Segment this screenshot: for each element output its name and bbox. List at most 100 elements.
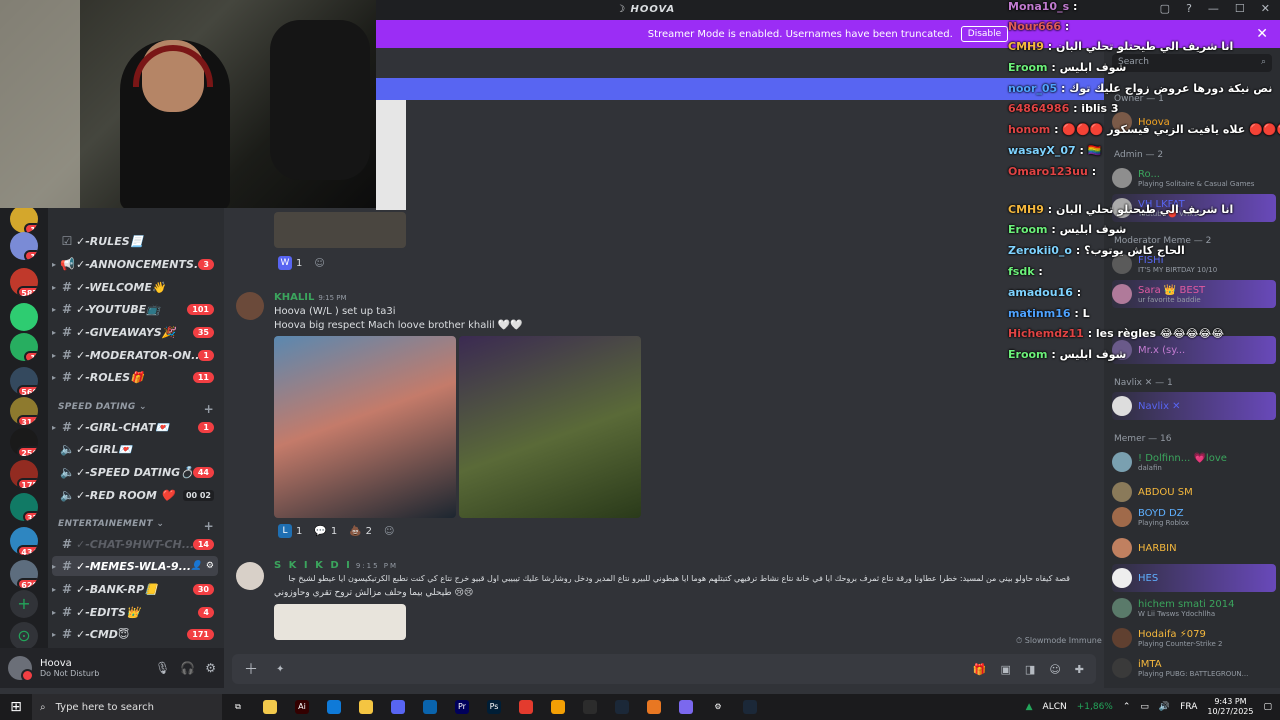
avatar[interactable] <box>236 292 264 320</box>
taskbar-app-icon[interactable]: Ai <box>286 694 318 720</box>
add-reaction-icon[interactable]: ☺ <box>384 526 394 537</box>
channel-item[interactable]: ▸ # ✓-MODERATOR-ON... 1 <box>52 345 218 365</box>
message-author[interactable]: KHALIL 9:15 PM <box>274 292 347 303</box>
channel-item[interactable]: 🔈 ✓-SPEED DATING💍 44 <box>52 462 218 482</box>
create-channel-icon[interactable]: + <box>204 519 214 533</box>
server-icon[interactable]: 33 <box>10 493 38 521</box>
taskbar-app-icon[interactable] <box>414 694 446 720</box>
add-attachment-icon[interactable]: ＋ <box>244 659 258 679</box>
channel-category[interactable]: ENTERTAINEMENT ⌄ + <box>58 519 214 533</box>
search-input[interactable]: Search ⌕ <box>1112 54 1272 72</box>
taskbar-app-icon[interactable]: Ps <box>478 694 510 720</box>
taskbar-app-icon[interactable] <box>510 694 542 720</box>
server-icon[interactable]: 434 <box>10 527 38 555</box>
gift-icon[interactable]: 🎁 <box>973 663 987 676</box>
chevron-up-icon[interactable]: ⌃ <box>1123 702 1131 712</box>
close-icon[interactable]: ✕ <box>1256 26 1268 42</box>
taskbar-app-icon[interactable] <box>734 694 766 720</box>
add-user-icon[interactable]: 👤 <box>191 561 202 571</box>
microphone-icon[interactable]: 🎙 <box>155 661 170 675</box>
language-indicator[interactable]: FRA <box>1180 702 1197 712</box>
windows-start-icon[interactable]: ⊞ <box>0 699 32 715</box>
reaction-emoji[interactable]: W <box>278 256 292 270</box>
channel-item[interactable]: ▸ # ✓-EDITS👑 4 <box>52 602 218 622</box>
taskbar-app-icon[interactable] <box>254 694 286 720</box>
channel-item[interactable]: ▸ # ✓-WELCOME👋 <box>52 277 218 297</box>
channel-item[interactable]: ▸ # ✓-MEMES-WLA-9... 👤 ⚙ <box>52 556 218 576</box>
volume-icon[interactable]: 🔊 <box>1159 702 1170 712</box>
gear-icon[interactable]: ⚙ <box>206 561 214 571</box>
add-server-button[interactable]: + <box>10 590 38 618</box>
explore-servers-button[interactable]: ⊙ <box>10 622 38 650</box>
member-item[interactable]: Sara 👑 BEST ur favorite baddie <box>1112 280 1276 308</box>
avatar[interactable] <box>8 656 34 682</box>
channel-item[interactable]: # ✓-CHAT-9HWT-CH... 14 <box>52 534 218 554</box>
member-item[interactable]: Navlix ✕ <box>1112 392 1276 420</box>
server-icon[interactable]: 175 <box>10 460 38 488</box>
gta-screenshot-image[interactable] <box>274 336 456 518</box>
taskbar-app-icon[interactable] <box>606 694 638 720</box>
member-item[interactable]: HES <box>1112 564 1276 592</box>
channel-item[interactable]: 🔈 ✓-GIRL💌 <box>52 439 218 459</box>
server-icon[interactable]: 560 <box>10 367 38 395</box>
reaction-emoji[interactable]: 💩 <box>349 526 361 537</box>
channel-item[interactable]: ☑ ✓-RULES📃 <box>52 231 218 251</box>
gear-icon[interactable]: ⚙ <box>205 661 216 675</box>
gif-icon[interactable]: ▣ <box>1001 663 1011 676</box>
maximize-button[interactable]: ☐ <box>1235 2 1245 15</box>
channel-item[interactable]: ▸ # ✓-YOUTUBE📺 101 <box>52 299 218 319</box>
taskbar-app-icon[interactable]: ⧉ <box>222 694 254 720</box>
channel-item[interactable]: ▸ # ✓-GIVEAWAYS🎉 35 <box>52 322 218 342</box>
member-item[interactable]: iMTA Playing PUBG: BATTLEGROUN... <box>1112 654 1276 682</box>
channel-item[interactable]: ▸ # ✓-ROLES🎁 11 <box>52 367 218 387</box>
member-item[interactable]: Mr.x (sy... <box>1112 336 1276 364</box>
message-input[interactable]: ＋ ✦ 🎁 ▣ ◨ ☺ ✚ <box>232 654 1096 684</box>
member-item[interactable]: ABDOU SM <box>1112 478 1276 506</box>
server-icon[interactable]: 620 <box>10 560 38 588</box>
server-icon[interactable]: 256 <box>10 428 38 456</box>
reaction-emoji[interactable]: 💬 <box>314 526 326 537</box>
minimize-button[interactable]: — <box>1208 2 1219 15</box>
server-icon[interactable]: 1 <box>10 232 38 260</box>
sticker-icon[interactable]: ◨ <box>1025 663 1035 676</box>
channel-item[interactable]: 🔈 ✓-RED ROOM ❤️ 00 02 <box>52 485 218 505</box>
add-reaction-icon[interactable]: ☺ <box>314 258 324 269</box>
emoji-icon[interactable]: ☺ <box>1049 663 1060 676</box>
member-item[interactable]: Hodaifa ⚡079 Playing Counter-Strike 2 <box>1112 624 1276 652</box>
reaction-emoji[interactable]: L <box>278 524 292 538</box>
taskbar-app-icon[interactable] <box>638 694 670 720</box>
channel-item[interactable]: ▸ # ✓-BANK-RP📒 30 <box>52 579 218 599</box>
server-icon[interactable] <box>10 303 38 331</box>
message-author[interactable]: S K I K D I 9:15 PM <box>274 560 398 571</box>
taskbar-app-icon[interactable]: Pr <box>446 694 478 720</box>
create-channel-icon[interactable]: + <box>204 402 214 416</box>
close-button[interactable]: ✕ <box>1261 2 1270 15</box>
channel-category[interactable]: SPEED DATING ⌄ + <box>58 402 214 416</box>
apps-icon[interactable]: ✚ <box>1075 663 1084 676</box>
taskbar-app-icon[interactable] <box>350 694 382 720</box>
member-item[interactable]: BOYD DZ Playing Roblox <box>1112 503 1276 531</box>
channel-item[interactable]: ▸ # ✓-GIRL-CHAT💌 1 <box>52 417 218 437</box>
taskbar-app-icon[interactable] <box>382 694 414 720</box>
clock[interactable]: 9:43 PM 10/27/2025 <box>1207 697 1253 717</box>
server-icon[interactable]: 1 <box>10 333 38 361</box>
disable-button[interactable]: Disable <box>960 26 1009 42</box>
message-image[interactable] <box>274 604 406 640</box>
member-item[interactable]: ! Dolfinn... 💗love dalafin <box>1112 448 1276 476</box>
member-item[interactable]: Ro... Playing Solitaire & Casual Games <box>1112 164 1276 192</box>
inbox-icon[interactable]: ▢ <box>1160 2 1170 15</box>
channel-item[interactable]: ▸ # ✓-CMD😇 171 <box>52 624 218 644</box>
taskbar-search[interactable]: ⌕ Type here to search <box>32 694 222 720</box>
help-icon[interactable]: ? <box>1186 2 1192 15</box>
previous-message-image[interactable] <box>274 212 406 248</box>
taskbar-app-icon[interactable] <box>670 694 702 720</box>
network-icon[interactable]: ▭ <box>1140 702 1149 712</box>
taskbar-app-icon[interactable] <box>574 694 606 720</box>
notification-icon[interactable]: ▢ <box>1263 702 1272 712</box>
taskbar-app-icon[interactable] <box>318 694 350 720</box>
server-icon[interactable]: 1 <box>10 205 38 233</box>
server-icon[interactable]: 314 <box>10 397 38 425</box>
server-icon[interactable]: 587 <box>10 268 38 296</box>
headphones-icon[interactable]: 🎧 <box>180 661 195 675</box>
member-item[interactable]: hichem smati 2014 W Lii Twsws Ydochllha <box>1112 594 1276 622</box>
